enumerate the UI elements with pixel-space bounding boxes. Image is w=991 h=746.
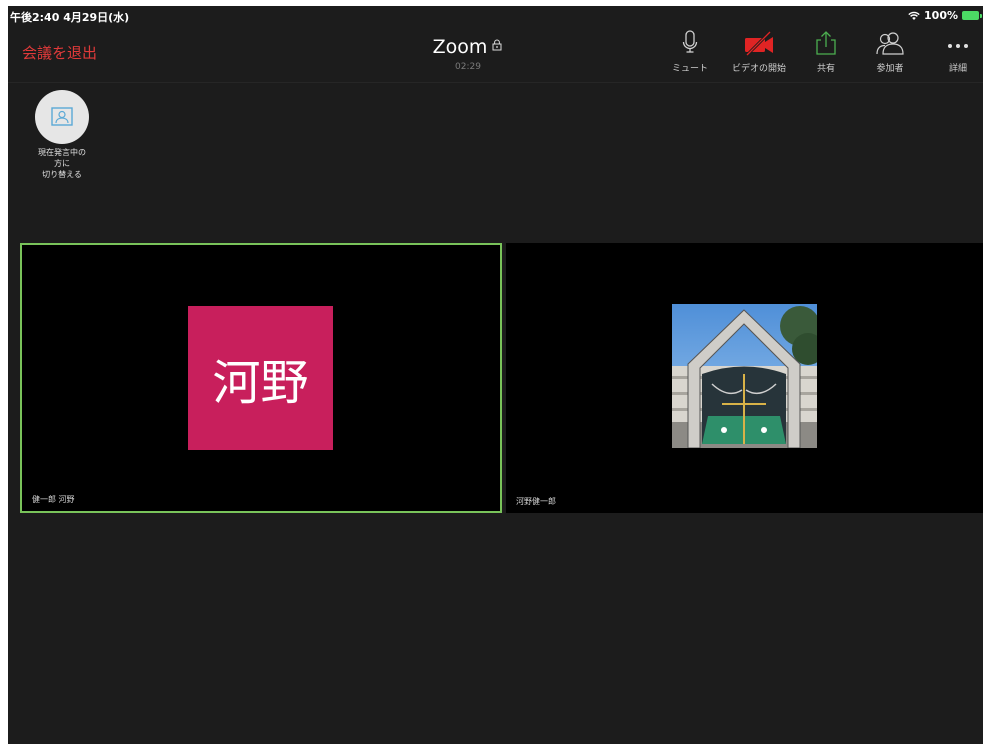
switch-to-active-speaker-button[interactable]: 現在発言中の 方に 切り替える [32,90,92,180]
participant-name: 健一郎 河野 [32,495,75,504]
mute-label: ミュート [671,64,708,74]
meeting-toolbar: 会議を退出 Zoom 02:29 ミュート ビデオの開始 共有 参加者 詳細 [8,26,983,82]
meeting-duration: 02:29 [455,62,481,72]
leave-meeting-button[interactable]: 会議を退出 [22,42,97,63]
participants-button[interactable]: 参加者 [870,30,910,74]
video-tile-self[interactable]: 河野 健一郎 河野 [20,243,502,513]
participant-avatar-text: 河野 [188,306,333,450]
meeting-title-text: Zoom [432,36,488,58]
lock-icon [492,39,502,51]
start-video-label: ビデオの開始 [731,64,786,74]
meeting-title-area: Zoom 02:29 [368,36,568,72]
share-label: 共有 [816,64,835,74]
meeting-title: Zoom [368,36,568,58]
battery-icon [962,11,982,20]
speaker-view-icon [51,107,73,126]
battery-percent: 100% [924,9,958,22]
switch-view-circle [35,90,89,144]
video-tile-participant[interactable]: 河野健一郎 [506,243,983,513]
school-gate-photo [672,304,817,448]
more-label: 詳細 [948,64,967,74]
mute-button[interactable]: ミュート [668,30,712,74]
more-icon [948,44,968,48]
start-video-button[interactable]: ビデオの開始 [724,30,794,74]
toolbar-divider [8,82,983,83]
wifi-icon [908,11,920,20]
status-time-date: 午後2:40 4月29日(水) [10,11,130,24]
zoom-meeting-screen: 午後2:40 4月29日(水) 100% 会議を退出 Zoom 02:29 ミュ… [8,6,983,744]
status-bar: 午後2:40 4月29日(水) 100% [8,6,983,26]
video-off-icon [745,30,773,56]
participants-icon [876,32,904,55]
participants-label: 参加者 [876,64,904,74]
share-icon [816,31,836,55]
microphone-icon [682,30,698,53]
status-right: 100% [908,9,982,22]
more-button[interactable]: 詳細 [940,30,976,74]
share-button[interactable]: 共有 [808,30,844,74]
participant-name: 河野健一郎 [516,497,556,506]
switch-view-label: 現在発言中の 方に 切り替える [38,148,86,179]
